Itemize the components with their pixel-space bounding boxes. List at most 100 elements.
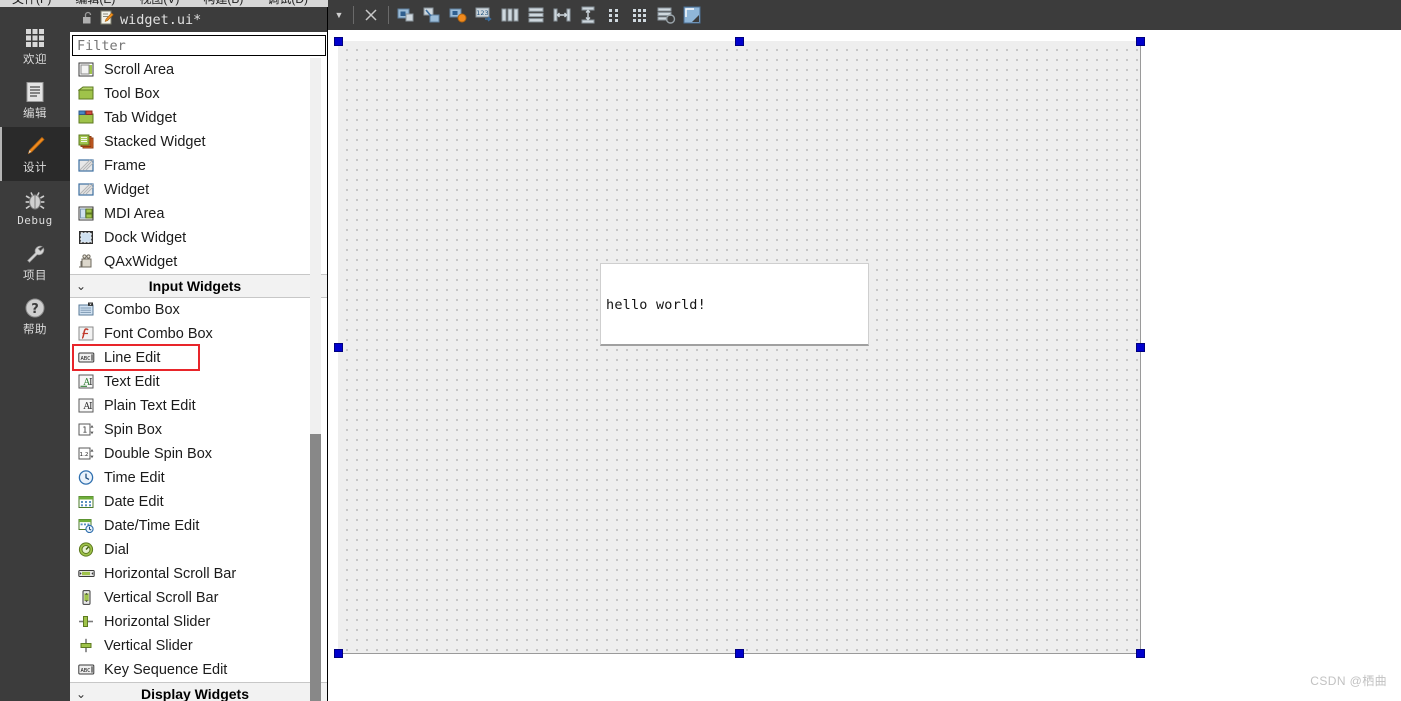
sidebar-item-welcome-label: 欢迎 xyxy=(23,53,47,66)
widget-item-time-edit[interactable]: Time Edit xyxy=(70,466,327,490)
horizontal-scroll-bar-icon xyxy=(78,566,96,582)
text-edit-widget[interactable]: hello world! xyxy=(600,263,869,346)
sidebar-item-help-label: 帮助 xyxy=(23,323,47,336)
resize-handle-top-left[interactable] xyxy=(334,37,343,46)
frame-icon xyxy=(78,158,96,174)
resize-handle-top-center[interactable] xyxy=(735,37,744,46)
widget-item-widget[interactable]: Widget xyxy=(70,178,327,202)
menu-item-file[interactable]: 文件(F) xyxy=(0,0,63,7)
widget-item-frame[interactable]: Frame xyxy=(70,154,327,178)
activity-bar: 欢迎 编辑 设计 Debug 项目 ? 帮助 xyxy=(0,7,70,701)
menu-item-debug[interactable]: 调试(D) xyxy=(255,0,320,7)
widget-item-stacked-widget[interactable]: Stacked Widget xyxy=(70,130,327,154)
filter-field[interactable] xyxy=(72,35,326,56)
resize-handle-middle-right[interactable] xyxy=(1136,343,1145,352)
widget-item-label: Date/Time Edit xyxy=(104,518,200,534)
resize-handle-bottom-right[interactable] xyxy=(1136,649,1145,658)
design-form[interactable]: hello world! xyxy=(338,41,1141,654)
widget-item-plain-text-edit[interactable]: A I Plain Text Edit xyxy=(70,394,327,418)
widget-item-label: Plain Text Edit xyxy=(104,398,196,414)
splitter-horizontal-icon[interactable] xyxy=(550,3,574,27)
bug-icon xyxy=(23,189,47,213)
unlocked-padlock-icon[interactable] xyxy=(82,11,94,29)
widget-item-horizontal-slider[interactable]: Horizontal Slider xyxy=(70,610,327,634)
widget-box-scrollbar-thumb[interactable] xyxy=(310,434,321,701)
sidebar-item-projects[interactable]: 项目 xyxy=(0,235,70,289)
widget-item-vertical-slider[interactable]: Vertical Slider xyxy=(70,634,327,658)
widget-item-label: Vertical Slider xyxy=(104,638,193,654)
layout-vertical-icon[interactable] xyxy=(524,3,548,27)
vertical-scroll-bar-icon xyxy=(78,590,96,606)
widget-item-horizontal-scroll-bar[interactable]: Horizontal Scroll Bar xyxy=(70,562,327,586)
edit-tab-order-icon[interactable]: 123 xyxy=(472,3,496,27)
svg-text:I: I xyxy=(89,378,93,388)
widget-item-label: QAxWidget xyxy=(104,254,178,270)
widget-item-mdi-area[interactable]: MDI Area xyxy=(70,202,327,226)
widget-item-label: Vertical Scroll Bar xyxy=(104,590,219,606)
widget-item-spin-box[interactable]: 1 Spin Box xyxy=(70,418,327,442)
qt-creator-window: 文件(F) 编辑(E) 视图(V) 构建(B) 调试(D) 分析(A) 工具(T… xyxy=(0,0,1401,701)
widget-item-combo-box[interactable]: Combo Box xyxy=(70,298,327,322)
widget-item-date-edit[interactable]: Date Edit xyxy=(70,490,327,514)
widget-item-vertical-scroll-bar[interactable]: Vertical Scroll Bar xyxy=(70,586,327,610)
chevron-down-icon[interactable]: ▼ xyxy=(330,3,348,27)
sidebar-item-debug[interactable]: Debug xyxy=(0,181,70,235)
widget-item-font-combo-box[interactable]: Font Combo Box xyxy=(70,322,327,346)
widget-item-label: Font Combo Box xyxy=(104,326,213,342)
widget-item-date-time-edit[interactable]: Date/Time Edit xyxy=(70,514,327,538)
menu-item-edit[interactable]: 编辑(E) xyxy=(63,0,127,7)
toolbar-divider-2 xyxy=(388,6,389,24)
splitter-vertical-icon[interactable] xyxy=(576,3,600,27)
break-layout-icon[interactable] xyxy=(654,3,678,27)
designer-canvas[interactable]: hello world! CSDN @栖曲 xyxy=(328,30,1401,701)
sidebar-item-welcome[interactable]: 欢迎 xyxy=(0,19,70,73)
widget-item-text-edit[interactable]: A I Text Edit xyxy=(70,370,327,394)
widget-category-input-widgets[interactable]: ⌄ Input Widgets xyxy=(70,274,327,298)
layout-grid-icon[interactable] xyxy=(628,3,652,27)
edit-buddies-icon[interactable] xyxy=(446,3,470,27)
sidebar-item-help[interactable]: ? 帮助 xyxy=(0,289,70,343)
resize-handle-middle-left[interactable] xyxy=(334,343,343,352)
mdi-area-icon xyxy=(78,206,96,222)
widget-item-double-spin-box[interactable]: 1.2 Double Spin Box xyxy=(70,442,327,466)
file-tab-widget-ui[interactable]: widget.ui* xyxy=(70,7,201,32)
menu-item-view[interactable]: 视图(V) xyxy=(127,0,191,7)
chevron-down-icon: ⌄ xyxy=(75,279,87,293)
widget-item-key-sequence-edit[interactable]: ABC Key Sequence Edit xyxy=(70,658,327,682)
layout-form-icon[interactable] xyxy=(602,3,626,27)
widget-item-qaxwidget[interactable]: QAxWidget xyxy=(70,250,327,274)
sidebar-item-design[interactable]: 设计 xyxy=(0,127,70,181)
widget-item-label: Horizontal Slider xyxy=(104,614,211,630)
plain-text-edit-icon: AI xyxy=(78,398,96,414)
widget-item-label: Key Sequence Edit xyxy=(104,662,228,678)
widget-box-scrollbar-track[interactable] xyxy=(310,58,321,701)
adjust-size-icon[interactable] xyxy=(680,3,704,27)
widget-item-line-edit[interactable]: ABC Line Edit xyxy=(70,346,327,370)
widget-item-dock-widget[interactable]: Dock Widget xyxy=(70,226,327,250)
combo-box-icon xyxy=(78,302,96,318)
svg-text:1: 1 xyxy=(83,426,88,435)
date-edit-icon xyxy=(78,494,96,510)
widget-item-tab-widget[interactable]: Tab Widget xyxy=(70,106,327,130)
widget-item-label: Stacked Widget xyxy=(104,134,206,150)
tool-box-icon xyxy=(78,86,96,102)
widget-item-label: Tool Box xyxy=(104,86,160,102)
sidebar-item-edit[interactable]: 编辑 xyxy=(0,73,70,127)
search-input[interactable] xyxy=(73,36,325,55)
widget-item-tool-box[interactable]: Tool Box xyxy=(70,82,327,106)
widget-item-dial[interactable]: Dial xyxy=(70,538,327,562)
menu-item-build[interactable]: 构建(B) xyxy=(191,0,255,7)
resize-handle-top-right[interactable] xyxy=(1136,37,1145,46)
widget-category-display-widgets[interactable]: ⌄ Display Widgets xyxy=(70,682,327,701)
edit-widgets-icon[interactable] xyxy=(394,3,418,27)
edit-signals-slots-icon[interactable] xyxy=(420,3,444,27)
widget-item-label: Scroll Area xyxy=(104,62,175,78)
resize-handle-bottom-center[interactable] xyxy=(735,649,744,658)
layout-horizontal-icon[interactable] xyxy=(498,3,522,27)
resize-handle-bottom-left[interactable] xyxy=(334,649,343,658)
close-x-icon[interactable] xyxy=(359,3,383,27)
widget-item-scroll-area[interactable]: Scroll Area xyxy=(70,58,327,82)
widget-category-label: Input Widgets xyxy=(148,278,242,294)
double-spin-box-icon: 1.2 xyxy=(78,446,96,462)
widget-list[interactable]: Scroll Area Tool Box Tab Widget Stacked Wid… xyxy=(70,58,327,701)
